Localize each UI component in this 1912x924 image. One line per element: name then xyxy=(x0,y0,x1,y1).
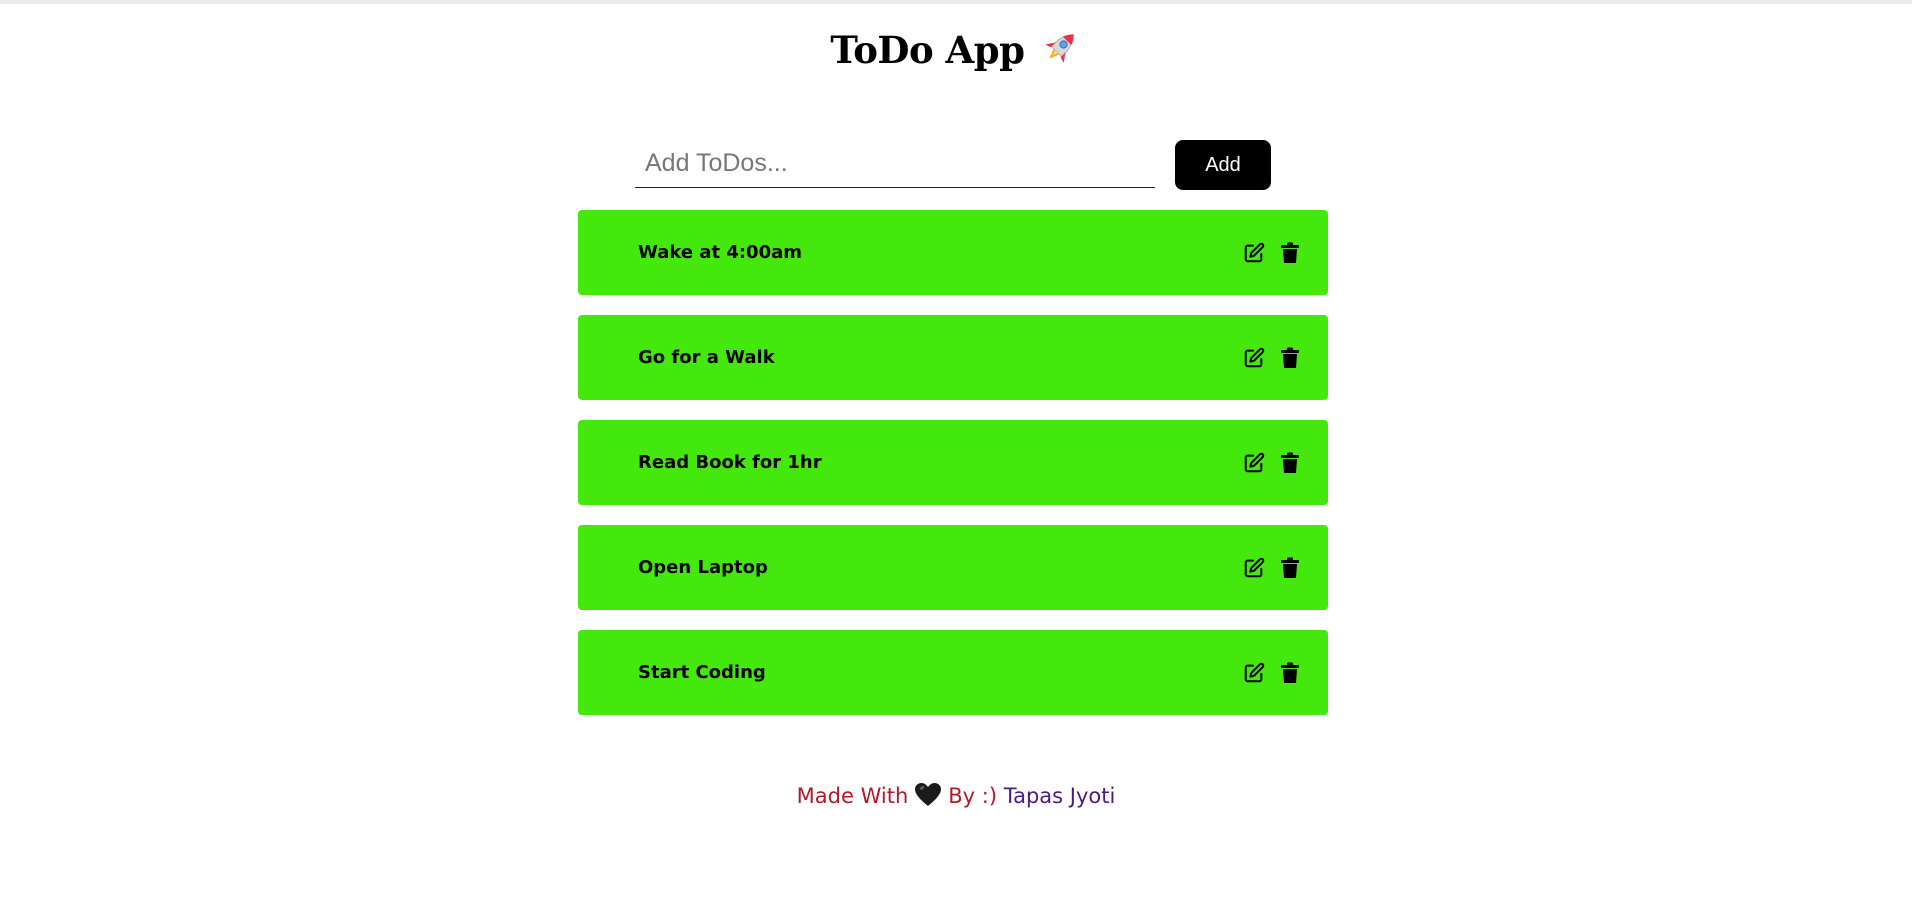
header: ToDo App xyxy=(0,28,1912,82)
footer-author-link[interactable]: Tapas Jyoti xyxy=(1004,784,1116,808)
footer-by: By :) xyxy=(948,784,998,808)
todo-item: Wake at 4:00am xyxy=(578,210,1328,295)
add-button[interactable]: Add xyxy=(1175,140,1271,190)
todo-item: Go for a Walk xyxy=(578,315,1328,400)
edit-icon[interactable] xyxy=(1242,661,1266,685)
add-todo-form: Add xyxy=(635,140,1271,192)
todo-item: Start Coding xyxy=(578,630,1328,715)
edit-icon[interactable] xyxy=(1242,556,1266,580)
footer-made-with: Made With xyxy=(796,784,909,808)
page-title: ToDo App xyxy=(830,28,1025,72)
trash-icon[interactable] xyxy=(1278,451,1302,475)
trash-icon[interactable] xyxy=(1278,346,1302,370)
todo-list: Wake at 4:00am Go for a Walk Read Book f… xyxy=(578,210,1328,735)
todo-actions xyxy=(1242,556,1302,580)
todo-text: Go for a Walk xyxy=(638,347,775,368)
edit-icon[interactable] xyxy=(1242,241,1266,265)
todo-item: Read Book for 1hr xyxy=(578,420,1328,505)
black-heart-icon xyxy=(914,782,942,808)
todo-text: Read Book for 1hr xyxy=(638,452,822,473)
todo-input[interactable] xyxy=(635,140,1155,188)
rocket-icon xyxy=(1038,26,1082,70)
edit-icon[interactable] xyxy=(1242,451,1266,475)
todo-text: Start Coding xyxy=(638,662,766,683)
todo-actions xyxy=(1242,661,1302,685)
todo-text: Open Laptop xyxy=(638,557,768,578)
top-border xyxy=(0,0,1912,4)
trash-icon[interactable] xyxy=(1278,241,1302,265)
todo-item: Open Laptop xyxy=(578,525,1328,610)
todo-text: Wake at 4:00am xyxy=(638,242,803,263)
todo-actions xyxy=(1242,451,1302,475)
trash-icon[interactable] xyxy=(1278,556,1302,580)
todo-actions xyxy=(1242,346,1302,370)
edit-icon[interactable] xyxy=(1242,346,1266,370)
footer: Made With By :) Tapas Jyoti xyxy=(0,780,1912,812)
todo-actions xyxy=(1242,241,1302,265)
trash-icon[interactable] xyxy=(1278,661,1302,685)
